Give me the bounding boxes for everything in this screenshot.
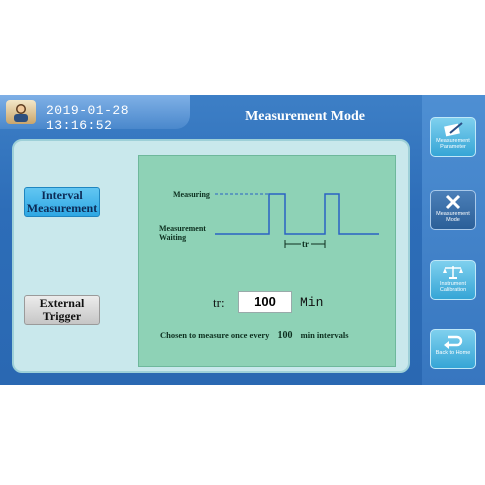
return-arrow-icon: [444, 335, 463, 349]
summary-value: 100: [277, 330, 293, 341]
interval-input[interactable]: 100: [238, 291, 292, 313]
sidebar-item-label: Back to Home: [435, 350, 471, 356]
timing-diagram: [215, 193, 379, 248]
tr-label: tr:: [213, 295, 225, 310]
interval-summary: Chosen to measure once every 100 min int…: [160, 330, 349, 341]
sidebar-item-label: Measurement Parameter: [436, 138, 470, 150]
waiting-label: Measurement Waiting: [159, 224, 206, 242]
summary-prefix: Chosen to measure once every: [160, 330, 270, 340]
sidebar-item-back-home[interactable]: Back to Home: [430, 329, 476, 369]
top-bar: 2019-01-28 13:16:52 Measurement Mode: [0, 95, 485, 133]
sidebar-item-measurement-mode[interactable]: Measurement Mode: [430, 190, 476, 230]
page-title: Measurement Mode: [245, 109, 365, 124]
external-trigger-button[interactable]: External Trigger: [24, 295, 100, 325]
summary-suffix: min intervals: [300, 330, 349, 340]
sidebar-item-measurement-parameter[interactable]: Measurement Parameter: [430, 117, 476, 157]
device-screen: 2019-01-28 13:16:52 Measurement Mode Int…: [0, 95, 485, 385]
datetime: 2019-01-28 13:16:52: [46, 103, 130, 133]
status-area: 2019-01-28 13:16:52: [0, 95, 190, 133]
sidebar-item-label: Instrument Calibration: [439, 281, 467, 293]
tr-marker: tr: [302, 239, 309, 249]
measuring-label: Measuring: [173, 190, 210, 199]
document-pencil-icon: [444, 122, 463, 137]
user-icon[interactable]: [6, 100, 36, 124]
sidebar: Measurement Parameter Measurement Mode I…: [422, 95, 485, 385]
wrench-cross-icon: [445, 194, 461, 210]
interval-measurement-button[interactable]: Interval Measurement: [24, 187, 100, 217]
balance-scale-icon: [443, 266, 463, 279]
sidebar-item-label: Measurement Mode: [436, 211, 470, 223]
interval-unit: Min: [300, 295, 324, 310]
sidebar-item-instrument-calibration[interactable]: Instrument Calibration: [430, 260, 476, 300]
